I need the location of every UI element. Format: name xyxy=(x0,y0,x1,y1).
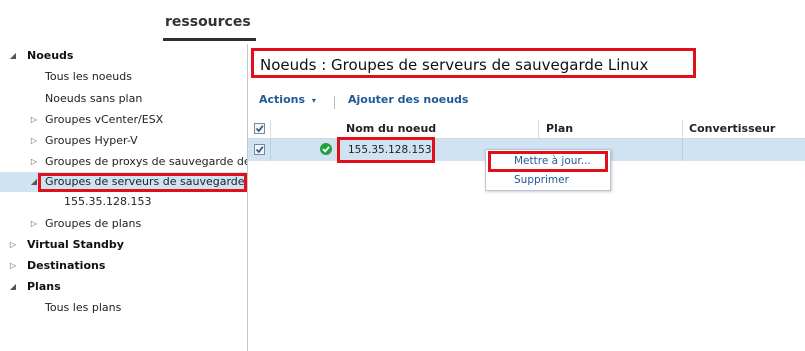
active-tab-indicator xyxy=(163,38,256,41)
triangle-right-icon[interactable]: ▷ xyxy=(8,235,18,255)
tree-item-noeuds[interactable]: ◢ Noeuds xyxy=(0,46,247,66)
tree-item-plan-groups[interactable]: ▷ Groupes de plans xyxy=(0,214,247,234)
tree-item-plans[interactable]: ◢ Plans xyxy=(0,277,247,297)
tree-item-linux-backup-server-groups[interactable]: ◢ Groupes de serveurs de sauvegarde Lin xyxy=(0,172,247,192)
main-panel: Noeuds : Groupes de serveurs de sauvegar… xyxy=(248,44,805,351)
menu-item-update[interactable]: Mettre à jour... xyxy=(514,155,591,167)
highlight-box xyxy=(38,173,247,192)
add-nodes-button[interactable]: Ajouter des noeuds xyxy=(348,93,468,106)
tree-item-label: Virtual Standby xyxy=(27,238,124,251)
tree-item-label: Noeuds xyxy=(27,49,74,62)
column-divider xyxy=(538,120,539,138)
tree-item-virtual-standby[interactable]: ▷ Virtual Standby xyxy=(0,235,247,255)
toolbar: Actions ▾ Ajouter des noeuds xyxy=(248,88,805,114)
triangle-right-icon[interactable]: ▷ xyxy=(8,256,18,276)
node-name-cell[interactable]: 155.35.128.153 xyxy=(348,144,432,156)
column-header-node-name[interactable]: Nom du noeud xyxy=(346,122,436,135)
row-checkbox[interactable] xyxy=(254,144,265,155)
grid-header: Nom du noeud Plan Convertisseur xyxy=(248,120,805,139)
menu-item-delete[interactable]: Supprimer xyxy=(514,174,569,186)
node-name-cell-highlight: 155.35.128.153 xyxy=(337,137,435,163)
column-header-converter[interactable]: Convertisseur xyxy=(689,122,775,135)
tree-item-label: Groupes vCenter/ESX xyxy=(45,113,164,126)
triangle-right-icon[interactable]: ▷ xyxy=(29,214,39,234)
triangle-right-icon[interactable]: ▷ xyxy=(29,152,39,172)
tree-item-all-plans[interactable]: Tous les plans xyxy=(0,298,247,318)
check-icon xyxy=(255,146,264,154)
column-divider xyxy=(270,139,271,161)
check-icon xyxy=(255,125,264,133)
tree-item-label: 155.35.128.153 xyxy=(64,195,152,208)
triangle-right-icon[interactable]: ▷ xyxy=(29,131,39,151)
tree-item-label: Noeuds sans plan xyxy=(45,92,143,105)
column-divider xyxy=(270,120,271,138)
select-all-checkbox[interactable] xyxy=(254,123,265,134)
check-circle-icon xyxy=(320,143,332,155)
actions-label: Actions xyxy=(259,93,305,106)
tree-item-vcenter-esx-groups[interactable]: ▷ Groupes vCenter/ESX xyxy=(0,110,247,130)
column-header-plan[interactable]: Plan xyxy=(546,122,573,135)
context-menu: Mettre à jour... Supprimer xyxy=(485,149,611,191)
tree-item-label: Tous les plans xyxy=(45,301,122,314)
triangle-down-icon[interactable]: ◢ xyxy=(8,46,18,66)
tree-item-label: Destinations xyxy=(27,259,106,272)
tree-item-label: Groupes Hyper-V xyxy=(45,134,138,147)
tree-item-label: Groupes de proxys de sauvegarde de m xyxy=(45,155,247,168)
top-bar: ressources xyxy=(0,0,805,45)
column-divider xyxy=(682,139,683,161)
tree-item-destinations[interactable]: ▷ Destinations xyxy=(0,256,247,276)
tree-item-node-155-35-128-153[interactable]: 155.35.128.153 xyxy=(0,192,247,212)
sidebar-tree: ◢ Noeuds Tous les noeuds Noeuds sans pla… xyxy=(0,44,248,351)
page-title-highlight: Noeuds : Groupes de serveurs de sauvegar… xyxy=(251,48,696,78)
column-divider xyxy=(682,120,683,138)
tree-item-label: Groupes de plans xyxy=(45,217,142,230)
toolbar-divider xyxy=(334,96,335,109)
actions-menu-button[interactable]: Actions ▾ xyxy=(259,93,316,106)
triangle-down-icon[interactable]: ◢ xyxy=(8,277,18,297)
triangle-right-icon[interactable]: ▷ xyxy=(29,110,39,130)
chevron-down-icon: ▾ xyxy=(311,96,316,105)
page-title: Noeuds : Groupes de serveurs de sauvegar… xyxy=(260,56,649,74)
tree-item-all-nodes[interactable]: Tous les noeuds xyxy=(0,67,247,87)
tree-item-hyperv-groups[interactable]: ▷ Groupes Hyper-V xyxy=(0,131,247,151)
tree-item-backup-proxy-groups[interactable]: ▷ Groupes de proxys de sauvegarde de m xyxy=(0,152,247,172)
tree-item-label: Plans xyxy=(27,280,61,293)
tab-ressources[interactable]: ressources xyxy=(165,14,251,30)
tree-item-nodes-without-plan[interactable]: Noeuds sans plan xyxy=(0,89,247,109)
tree-item-label: Tous les noeuds xyxy=(45,70,132,83)
